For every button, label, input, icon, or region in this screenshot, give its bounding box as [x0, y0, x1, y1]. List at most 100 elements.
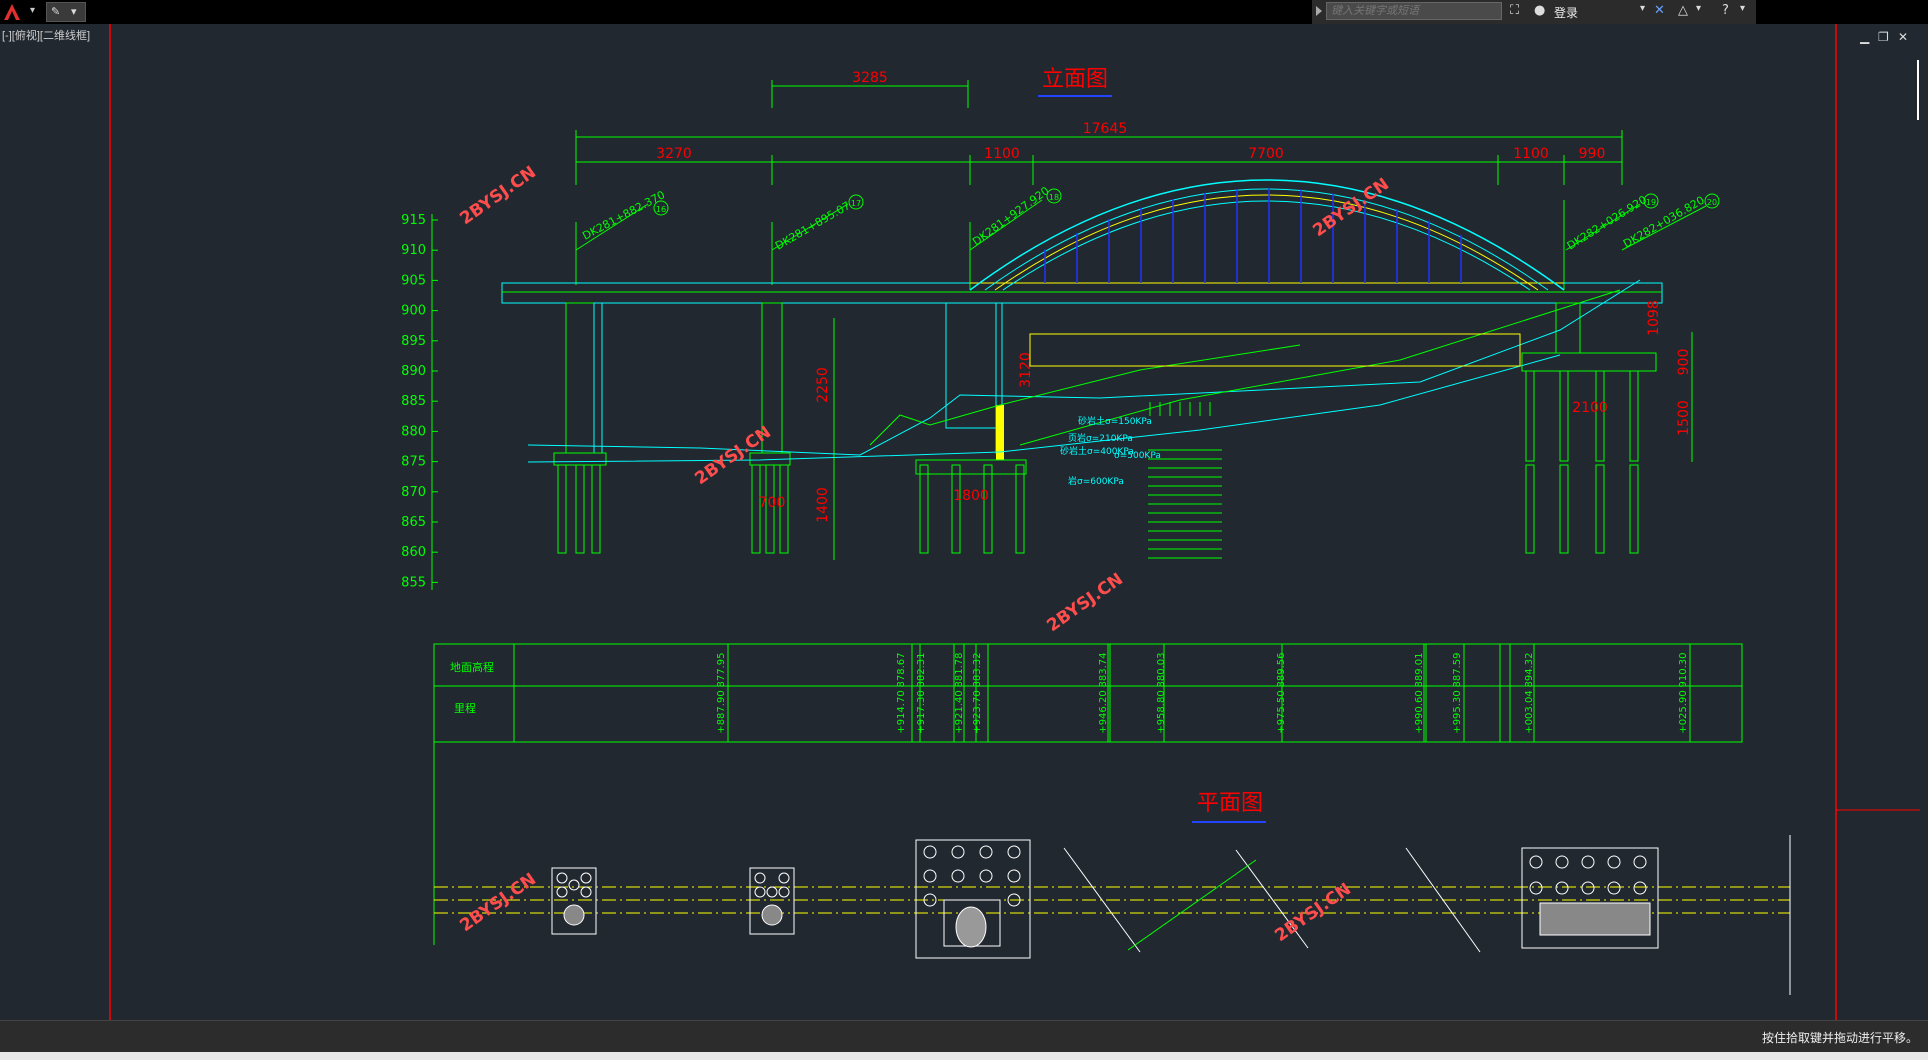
table-cell: 880.03: [1156, 653, 1167, 688]
table-cell: +995.30: [1452, 690, 1463, 733]
drawing-canvas[interactable]: 立面图 平面图 3285 17645 3270 1100 7700 1100 9…: [0, 24, 1928, 1020]
autodesk-a360-icon[interactable]: △: [1678, 3, 1688, 18]
table-cell: 887.59: [1452, 653, 1463, 688]
elevation-tick-label: 870: [401, 485, 426, 500]
table-cell: 878.67: [896, 653, 907, 688]
table-cell: 889.01: [1414, 653, 1425, 688]
login-button[interactable]: 登录: [1554, 4, 1578, 21]
table-cell: 894.32: [1524, 653, 1535, 688]
viewport-controls-label[interactable]: [-][俯视][二维线框]: [2, 27, 90, 43]
soil-label: 页岩σ=210KPa: [1068, 432, 1133, 444]
station-number: 17: [851, 199, 861, 208]
search-expand-arrow-icon[interactable]: [1316, 6, 1322, 16]
status-bar: 按住拾取键并拖动进行平移。: [0, 1020, 1928, 1053]
bottom-strip: [0, 1052, 1928, 1060]
dimension-text: 2100: [1572, 400, 1608, 416]
elevation-tick-label: 910: [401, 243, 426, 258]
autocad-logo-icon: [4, 4, 20, 20]
elevation-tick-label: 915: [401, 213, 426, 228]
dimension-text: 1100: [1513, 146, 1549, 162]
table-cell: +958.80: [1156, 690, 1167, 733]
dimension-text: 1800: [953, 488, 989, 504]
close-icon[interactable]: ✕: [1898, 30, 1908, 44]
elevation-title: 立面图: [1042, 67, 1108, 92]
dimension-text: 3270: [656, 146, 692, 162]
restore-icon[interactable]: ❐: [1878, 30, 1889, 44]
binoculars-icon[interactable]: ⛶: [1510, 3, 1519, 18]
watermark: 2BYSJ.CN: [691, 422, 774, 489]
station-number: 16: [656, 205, 666, 214]
soil-label: 砂岩土σ=150KPa: [1078, 415, 1152, 427]
chevron-down-icon[interactable]: ▾: [1640, 3, 1645, 14]
elevation-tick-label: 865: [401, 515, 426, 530]
dimension-text: 1098: [1646, 300, 1662, 336]
table-cell: +923.70: [972, 690, 983, 733]
table-cell: 889.56: [1276, 653, 1287, 688]
table-cell: 882.31: [916, 653, 927, 688]
minimize-icon[interactable]: ▁: [1860, 30, 1869, 44]
elevation-tick-label: 880: [401, 424, 426, 439]
table-cell: +887.90: [716, 690, 727, 733]
dimension-text: 1500: [1676, 400, 1692, 436]
table-cell: +025.90: [1678, 690, 1689, 733]
dimension-text: 900: [1676, 349, 1692, 376]
search-input[interactable]: [1326, 2, 1502, 20]
soil-label: σ=500KPa: [1114, 451, 1161, 461]
station-number: 18: [1049, 193, 1059, 202]
edit-icon: ✎: [51, 5, 61, 18]
station-label: DK281+895.07: [773, 199, 853, 252]
dimension-text: 3120: [1018, 352, 1034, 388]
dimension-text: 1400: [815, 487, 831, 523]
table-cell: +003.04: [1524, 690, 1535, 733]
table-cell: +921.40: [954, 690, 965, 733]
station-label: DK281+882.370: [580, 188, 667, 242]
table-cell: 881.78: [954, 653, 965, 688]
plan-title: 平面图: [1197, 791, 1263, 816]
table-cell: +914.70: [896, 690, 907, 733]
dimension-text: 990: [1579, 146, 1606, 162]
table-cell: 883.32: [972, 653, 983, 688]
elevation-tick-label: 905: [401, 273, 426, 288]
station-label: DK281+927.920: [970, 184, 1052, 248]
elevation-tick-label: 890: [401, 364, 426, 379]
dimension-text: 700: [759, 495, 786, 511]
help-icon[interactable]: ?: [1722, 3, 1729, 18]
dimension-text: 7700: [1248, 146, 1284, 162]
table-cell: +946.20: [1098, 690, 1109, 733]
elevation-tick-label: 885: [401, 394, 426, 409]
chevron-down-icon: ▾: [71, 5, 77, 18]
application-menu-button[interactable]: ▾: [0, 0, 44, 24]
dimension-text: 2250: [815, 367, 831, 403]
watermark: 2BYSJ.CN: [456, 869, 539, 936]
table-row-label: 里程: [454, 702, 476, 715]
table-cell: 910.30: [1678, 653, 1689, 688]
table-cell: 877.95: [716, 653, 727, 688]
soil-label: 岩σ=600KPa: [1068, 475, 1124, 487]
user-icon: ●: [1534, 3, 1546, 18]
elevation-tick-label: 895: [401, 334, 426, 349]
elevation-tick-label: 855: [401, 575, 426, 590]
status-message: 按住拾取键并拖动进行平移。: [1761, 1031, 1918, 1045]
station-number: 20: [1707, 198, 1717, 207]
table-cell: +975.50: [1276, 690, 1287, 733]
chevron-down-icon[interactable]: ▾: [1740, 3, 1745, 14]
quick-access-toolbar-button[interactable]: ✎ ▾: [46, 2, 86, 22]
watermark: 2BYSJ.CN: [456, 162, 539, 229]
table-cell: 883.74: [1098, 653, 1109, 688]
dimension-text: 17645: [1083, 121, 1128, 137]
elevation-tick-label: 875: [401, 455, 426, 470]
chevron-down-icon[interactable]: ▾: [1696, 3, 1701, 14]
chevron-down-icon: ▾: [30, 5, 36, 16]
dimension-text: 3285: [852, 70, 888, 86]
elevation-tick-label: 860: [401, 545, 426, 560]
table-cell: +917.30: [916, 690, 927, 733]
watermark: 2BYSJ.CN: [1043, 569, 1126, 636]
title-bar: ▾ ✎ ▾ ⛶ ● 登录 ▾ ✕ △ ▾ ? ▾: [0, 0, 1928, 24]
table-row-label: 地面高程: [450, 660, 494, 674]
dimension-text: 1100: [984, 146, 1020, 162]
exchange-icon[interactable]: ✕: [1654, 3, 1665, 18]
table-cell: +990.60: [1414, 690, 1425, 733]
cad-drawing: 立面图 平面图 3285 17645 3270 1100 7700 1100 9…: [109, 24, 1920, 1020]
station-number: 19: [1646, 198, 1656, 207]
elevation-tick-label: 900: [401, 304, 426, 319]
